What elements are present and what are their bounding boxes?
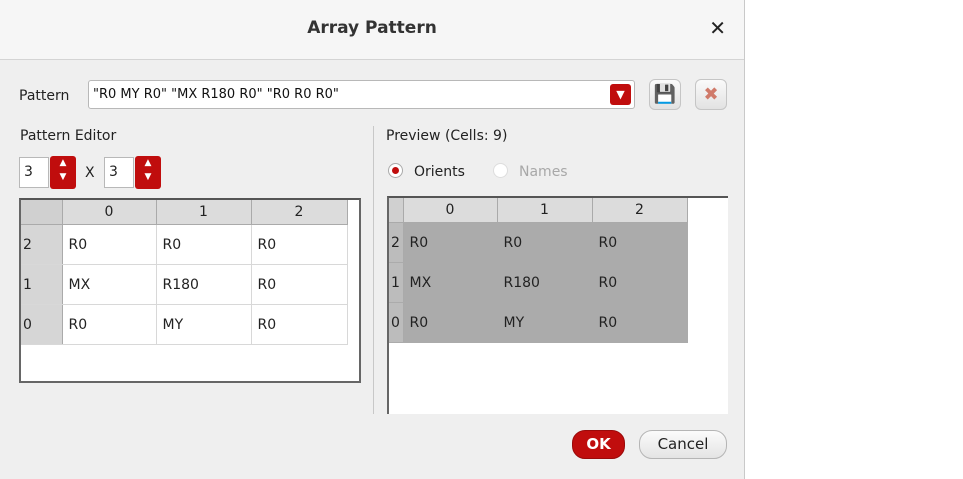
pattern-label: Pattern [19, 88, 70, 104]
col-header: 0 [62, 200, 157, 225]
row-header: 1 [389, 262, 404, 303]
pattern-editor-grid[interactable]: 0 1 2 2 R0 R0 R0 1 MX R180 R0 0 R0 MY R0 [19, 198, 361, 383]
grid-cell[interactable]: R0 [156, 224, 252, 265]
col-header: 1 [156, 200, 252, 225]
dropdown-arrow-icon[interactable]: ▼ [610, 84, 631, 105]
cols-spinner-input[interactable]: 3 [104, 157, 134, 188]
pattern-editor-label: Pattern Editor [20, 128, 117, 144]
row-header: 2 [389, 222, 404, 263]
grid-cell[interactable]: R0 [251, 304, 348, 345]
grid-cell[interactable]: R0 [251, 264, 348, 305]
table-row: 1 MX R180 R0 [21, 264, 348, 305]
grid-cell[interactable]: R0 [62, 224, 157, 265]
save-pattern-button[interactable]: 💾 [649, 79, 681, 110]
rows-spinner-input[interactable]: 3 [19, 157, 49, 188]
delete-icon: ✖ [703, 84, 719, 105]
preview-cell: R0 [592, 222, 688, 263]
row-header: 1 [21, 264, 63, 305]
names-radio-label[interactable]: Names [519, 164, 568, 180]
preview-cell: R0 [403, 222, 498, 263]
col-header: 2 [592, 198, 688, 223]
grid-corner [21, 200, 63, 225]
array-pattern-dialog: Array Pattern ✕ Pattern "R0 MY R0" "MX R… [0, 0, 745, 479]
close-icon[interactable]: ✕ [709, 16, 726, 40]
row-header: 0 [389, 302, 404, 343]
preview-cell: MX [403, 262, 498, 303]
panel-divider [373, 126, 374, 414]
col-header: 1 [497, 198, 593, 223]
table-row: 2 R0 R0 R0 [389, 222, 688, 263]
delete-pattern-button[interactable]: ✖ [695, 79, 727, 110]
grid-cell[interactable]: MX [62, 264, 157, 305]
preview-cell: R0 [592, 302, 688, 343]
col-header: 2 [251, 200, 348, 225]
grid-corner [389, 198, 404, 223]
grid-cell[interactable]: R0 [251, 224, 348, 265]
cols-spinner-buttons[interactable]: ▲ ▼ [135, 156, 161, 189]
preview-cell: R180 [497, 262, 593, 303]
dialog-title: Array Pattern [307, 18, 437, 38]
ok-button[interactable]: OK [572, 430, 625, 459]
preview-cell: R0 [497, 222, 593, 263]
preview-cell: MY [497, 302, 593, 343]
preview-grid: 0 1 2 2 R0 R0 R0 1 MX R180 R0 0 R0 MY R0 [387, 196, 728, 414]
orients-radio[interactable] [388, 163, 403, 178]
preview-cell: R0 [403, 302, 498, 343]
orients-radio-label[interactable]: Orients [414, 164, 465, 180]
table-row: 1 MX R180 R0 [389, 262, 688, 303]
title-bar: Array Pattern ✕ [0, 0, 744, 60]
grid-cell[interactable]: R0 [62, 304, 157, 345]
table-row: 2 R0 R0 R0 [21, 224, 348, 265]
cancel-button[interactable]: Cancel [639, 430, 727, 459]
row-header: 0 [21, 304, 63, 345]
table-row: 0 R0 MY R0 [389, 302, 688, 343]
x-label: X [85, 165, 95, 181]
pattern-combobox[interactable]: "R0 MY R0" "MX R180 R0" "R0 R0 R0" ▼ [88, 80, 635, 109]
save-icon: 💾 [653, 84, 677, 105]
preview-cell: R0 [592, 262, 688, 303]
names-radio[interactable] [493, 163, 508, 178]
grid-cell[interactable]: MY [156, 304, 252, 345]
pattern-value: "R0 MY R0" "MX R180 R0" "R0 R0 R0" [93, 87, 339, 102]
preview-label: Preview (Cells: 9) [386, 128, 508, 144]
col-header: 0 [403, 198, 498, 223]
grid-cell[interactable]: R180 [156, 264, 252, 305]
row-header: 2 [21, 224, 63, 265]
rows-spinner-buttons[interactable]: ▲ ▼ [50, 156, 76, 189]
table-row: 0 R0 MY R0 [21, 304, 348, 345]
